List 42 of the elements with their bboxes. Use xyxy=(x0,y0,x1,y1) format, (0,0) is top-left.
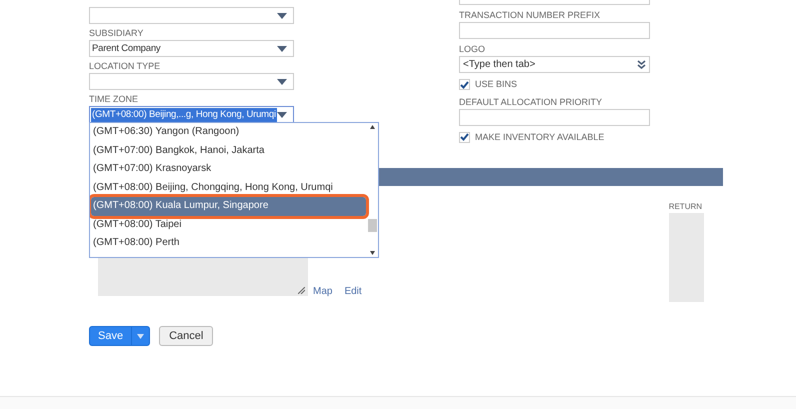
resize-handle-icon[interactable] xyxy=(298,287,305,294)
caret-down-icon xyxy=(277,78,287,84)
input-field[interactable] xyxy=(459,108,650,126)
field-label: RETURN xyxy=(668,201,704,213)
field-label: LOGO xyxy=(459,43,486,55)
scroll-down-icon[interactable] xyxy=(370,251,375,255)
autocomplete-field[interactable]: <Type then tab> xyxy=(459,56,650,73)
caret-down-icon xyxy=(277,46,287,52)
field-label: TIME ZONE xyxy=(89,93,139,105)
cancel-button[interactable]: Cancel xyxy=(159,326,214,346)
field-label: DEFAULT ALLOCATION PRIORITY xyxy=(459,96,604,108)
select-field[interactable]: Parent Company xyxy=(89,40,294,57)
caret-down-icon xyxy=(137,334,144,338)
checkbox[interactable] xyxy=(459,79,470,90)
timezone-option[interactable]: (GMT+08:00) Taipei xyxy=(91,216,366,234)
select-field[interactable] xyxy=(89,7,294,24)
timezone-option[interactable]: (GMT+08:00) Kuala Lumpur, Singapore xyxy=(91,197,366,216)
field-label: SUBSIDIARY xyxy=(89,27,144,39)
save-button[interactable]: Save xyxy=(89,326,150,346)
timezone-option[interactable]: (GMT+08:00) Perth xyxy=(91,234,366,252)
double-chevron-icon xyxy=(637,60,646,69)
caret-down-icon xyxy=(277,112,287,118)
checkbox[interactable] xyxy=(459,132,470,143)
timezone-option[interactable]: (GMT+06:30) Yangon (Rangoon) xyxy=(91,123,366,142)
timezone-option[interactable]: (GMT+08:00) Beijing, Chongqing, Hong Kong, Urumqi xyxy=(91,178,366,197)
scroll-up-icon[interactable] xyxy=(370,125,375,129)
field-label: TRANSACTION NUMBER PREFIX xyxy=(459,9,602,21)
checkmark-icon xyxy=(460,80,469,89)
address-link[interactable]: Edit xyxy=(344,284,362,299)
timezone-option[interactable]: (GMT+07:00) Krasnoyarsk xyxy=(91,160,366,178)
select-field[interactable] xyxy=(89,73,294,90)
timezone-option[interactable]: (GMT+07:00) Bangkok, Hanoi, Jakarta xyxy=(91,142,366,160)
input-field[interactable] xyxy=(459,0,650,5)
checkmark-icon xyxy=(460,133,469,142)
checkbox-label: USE BINS xyxy=(475,78,518,91)
address-link[interactable]: Map xyxy=(313,284,332,299)
caret-down-icon xyxy=(277,12,287,18)
checkbox-label: MAKE INVENTORY AVAILABLE xyxy=(475,130,604,144)
input-field[interactable] xyxy=(459,22,650,39)
field-label: LOCATION TYPE xyxy=(89,60,162,72)
scrollbar-thumb[interactable] xyxy=(368,218,377,232)
select-field[interactable]: (GMT+08:00) Beijing,...g, Hong Kong, Urumqi xyxy=(89,106,294,123)
